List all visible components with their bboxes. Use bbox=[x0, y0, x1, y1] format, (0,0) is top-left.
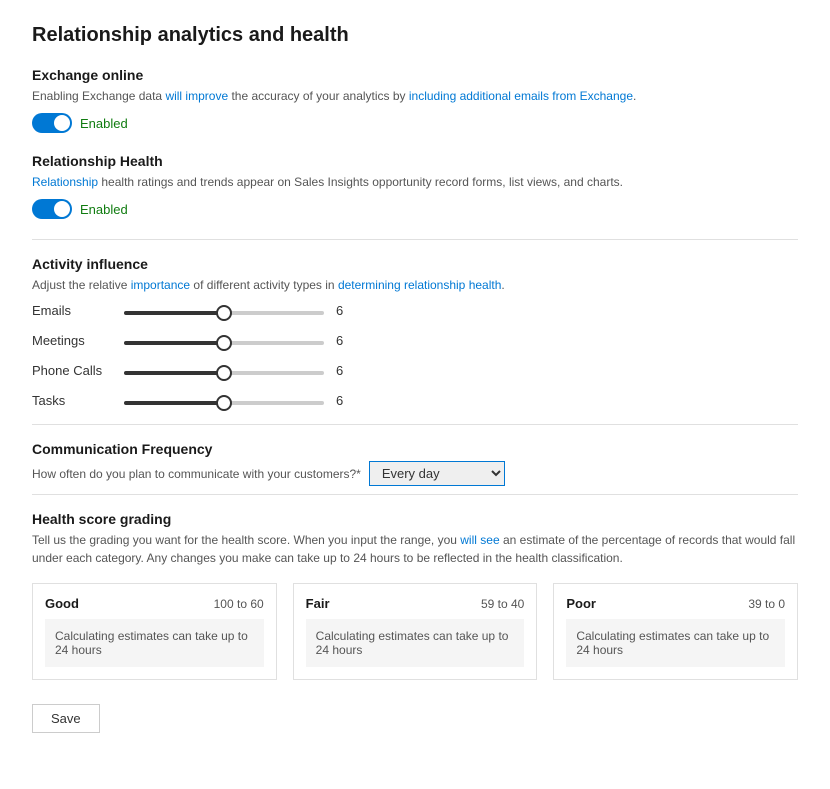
slider-label-phone-calls: Phone Calls bbox=[32, 363, 112, 378]
relationship-health-description: Relationship health ratings and trends a… bbox=[32, 173, 798, 191]
divider-1 bbox=[32, 239, 798, 240]
freq-description: How often do you plan to communicate wit… bbox=[32, 467, 361, 481]
activity-influence-title: Activity influence bbox=[32, 256, 798, 272]
relationship-health-toggle[interactable] bbox=[32, 199, 72, 219]
slider-group: Emails 6 Meetings 6 Phone Calls 6 Tasks 6 bbox=[32, 302, 798, 408]
divider-2 bbox=[32, 424, 798, 425]
relationship-health-section: Relationship Health Relationship health … bbox=[32, 153, 798, 219]
slider-value-3: 6 bbox=[336, 393, 356, 408]
slider-value-0: 6 bbox=[336, 303, 356, 318]
slider-input-phone-calls[interactable] bbox=[124, 371, 324, 375]
exchange-online-toggle-label: Enabled bbox=[80, 116, 128, 131]
rel-health-desc-link1: Relationship bbox=[32, 175, 98, 189]
activity-influence-description: Adjust the relative importance of differ… bbox=[32, 276, 798, 294]
health-score-grading-title: Health score grading bbox=[32, 511, 798, 527]
grade-card-range-2: 39 to 0 bbox=[748, 597, 785, 611]
exchange-online-description: Enabling Exchange data will improve the … bbox=[32, 87, 798, 105]
slider-label-emails: Emails bbox=[32, 303, 112, 318]
grade-card-body-1: Calculating estimates can take up to 24 … bbox=[306, 619, 525, 667]
grade-cards: Good 100 to 60 Calculating estimates can t… bbox=[32, 583, 798, 680]
slider-container-2 bbox=[124, 362, 324, 378]
save-button[interactable]: Save bbox=[32, 704, 100, 733]
grade-card-fair: Fair 59 to 40 Calculating estimates can ta… bbox=[293, 583, 538, 680]
exchange-desc-link1: will improve bbox=[165, 89, 228, 103]
relationship-health-toggle-row: Enabled bbox=[32, 199, 798, 219]
grade-card-header-0: Good 100 to 60 bbox=[45, 596, 264, 611]
slider-input-tasks[interactable] bbox=[124, 401, 324, 405]
activity-desc-suffix: . bbox=[501, 278, 504, 292]
grade-card-good: Good 100 to 60 Calculating estimates can t… bbox=[32, 583, 277, 680]
freq-row: How often do you plan to communicate wit… bbox=[32, 461, 798, 486]
slider-value-2: 6 bbox=[336, 363, 356, 378]
slider-row: Phone Calls 6 bbox=[32, 362, 798, 378]
grading-desc-prefix: Tell us the grading you want for the hea… bbox=[32, 533, 460, 547]
activity-desc-link1: importance bbox=[131, 278, 190, 292]
slider-input-meetings[interactable] bbox=[124, 341, 324, 345]
grade-card-range-0: 100 to 60 bbox=[214, 597, 264, 611]
exchange-online-title: Exchange online bbox=[32, 67, 798, 83]
slider-row: Emails 6 bbox=[32, 302, 798, 318]
freq-select[interactable]: Every dayEvery weekEvery two weeksEvery … bbox=[369, 461, 505, 486]
grade-card-header-2: Poor 39 to 0 bbox=[566, 596, 785, 611]
slider-row: Tasks 6 bbox=[32, 392, 798, 408]
slider-container-1 bbox=[124, 332, 324, 348]
relationship-health-title: Relationship Health bbox=[32, 153, 798, 169]
slider-label-meetings: Meetings bbox=[32, 333, 112, 348]
slider-container-3 bbox=[124, 392, 324, 408]
exchange-desc-suffix: . bbox=[633, 89, 636, 103]
exchange-desc-prefix: Enabling Exchange data bbox=[32, 89, 165, 103]
slider-row: Meetings 6 bbox=[32, 332, 798, 348]
slider-input-emails[interactable] bbox=[124, 311, 324, 315]
exchange-desc-middle: the accuracy of your analytics by bbox=[228, 89, 409, 103]
grade-card-title-2: Poor bbox=[566, 596, 596, 611]
grading-description: Tell us the grading you want for the hea… bbox=[32, 531, 798, 567]
activity-desc-prefix: Adjust the relative bbox=[32, 278, 131, 292]
grade-card-range-1: 59 to 40 bbox=[481, 597, 524, 611]
communication-frequency-title: Communication Frequency bbox=[32, 441, 798, 457]
relationship-health-toggle-label: Enabled bbox=[80, 202, 128, 217]
grade-card-title-1: Fair bbox=[306, 596, 330, 611]
rel-health-desc-middle: health ratings and trends appear on Sale… bbox=[98, 175, 623, 189]
activity-desc-middle: of different activity types in bbox=[190, 278, 338, 292]
grading-desc-link1: will see bbox=[460, 533, 499, 547]
grade-card-title-0: Good bbox=[45, 596, 79, 611]
exchange-online-toggle[interactable] bbox=[32, 113, 72, 133]
exchange-online-toggle-row: Enabled bbox=[32, 113, 798, 133]
grade-card-header-1: Fair 59 to 40 bbox=[306, 596, 525, 611]
activity-influence-section: Activity influence Adjust the relative i… bbox=[32, 256, 798, 408]
exchange-online-section: Exchange online Enabling Exchange data w… bbox=[32, 67, 798, 133]
grade-card-poor: Poor 39 to 0 Calculating estimates can tak… bbox=[553, 583, 798, 680]
communication-frequency-section: Communication Frequency How often do you… bbox=[32, 441, 798, 486]
slider-container-0 bbox=[124, 302, 324, 318]
page-title: Relationship analytics and health bbox=[32, 24, 798, 47]
slider-label-tasks: Tasks bbox=[32, 393, 112, 408]
slider-value-1: 6 bbox=[336, 333, 356, 348]
divider-3 bbox=[32, 494, 798, 495]
grade-card-body-0: Calculating estimates can take up to 24 … bbox=[45, 619, 264, 667]
grade-card-body-2: Calculating estimates can take up to 24 … bbox=[566, 619, 785, 667]
health-score-grading-section: Health score grading Tell us the grading… bbox=[32, 511, 798, 680]
activity-desc-link2: determining relationship health bbox=[338, 278, 501, 292]
exchange-desc-link2: including additional emails from Exchang… bbox=[409, 89, 633, 103]
